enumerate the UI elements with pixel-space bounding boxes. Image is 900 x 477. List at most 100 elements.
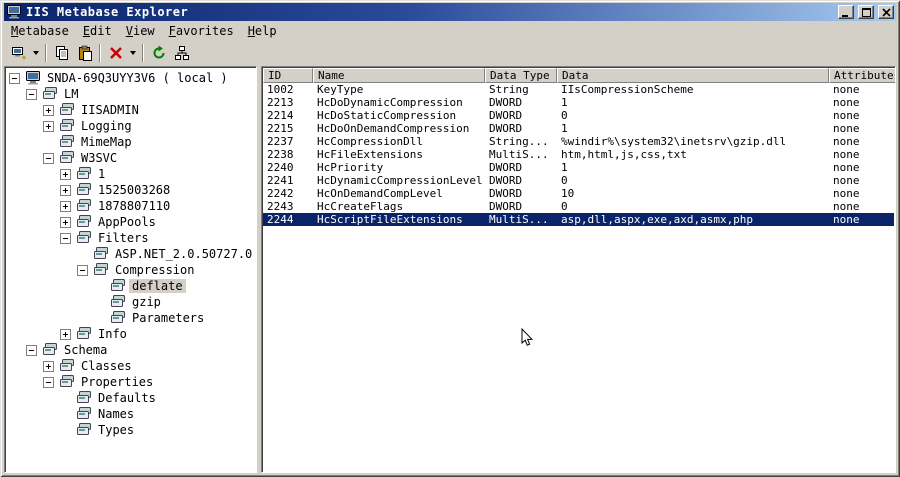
tree-item-w3svc[interactable]: W3SVC: [5, 150, 256, 166]
toolbar-separator: [45, 44, 47, 62]
cell-id: 2240: [267, 161, 294, 174]
expander-plus-icon[interactable]: [43, 360, 54, 372]
expander-plus-icon[interactable]: [43, 104, 54, 116]
tree-item-deflate[interactable]: deflate: [5, 278, 256, 294]
delete-dropdown-button[interactable]: [127, 42, 139, 64]
tree-item-properties[interactable]: Properties: [5, 374, 256, 390]
network-button[interactable]: [170, 42, 193, 64]
connect-button[interactable]: [7, 42, 30, 64]
database-icon: [76, 215, 92, 229]
main-area: SNDA-69Q3UYY3V6 ( local ) LM IISADMIN Loggi…: [3, 66, 897, 474]
database-icon: [59, 135, 75, 149]
connect-dropdown-button[interactable]: [30, 42, 42, 64]
cell-id: 2242: [267, 187, 294, 200]
tree-item-1525003268[interactable]: 1525003268: [5, 182, 256, 198]
cell-attributes: none: [833, 161, 860, 174]
table-row-2214[interactable]: 2214 HcDoStaticCompression DWORD 0 none: [263, 109, 894, 122]
titlebar: IIS Metabase Explorer: [4, 3, 896, 21]
column-header-attributes[interactable]: Attributes: [829, 68, 895, 83]
column-header-id[interactable]: ID: [263, 68, 313, 83]
table-row-2237[interactable]: 2237 HcCompressionDll String... %windir%\sy…: [263, 135, 894, 148]
database-icon: [59, 375, 75, 389]
tree-panel: SNDA-69Q3UYY3V6 ( local ) LM IISADMIN Loggi…: [4, 66, 257, 473]
menu-item-edit[interactable]: Edit: [76, 22, 119, 40]
tree-item-mimemap[interactable]: MimeMap: [5, 134, 256, 150]
copy-button[interactable]: [50, 42, 73, 64]
cell-data: 10: [561, 187, 575, 200]
expander-plus-icon[interactable]: [60, 328, 71, 340]
chevron-down-icon: [33, 51, 39, 55]
paste-button[interactable]: [73, 42, 96, 64]
tree-item-asp-net-2-0-50727-0[interactable]: ASP.NET_2.0.50727.0: [5, 246, 256, 262]
table-row-1002[interactable]: 1002 KeyType String IIsCompressionScheme non…: [263, 83, 894, 96]
tree-item-label: AppPools: [98, 215, 156, 229]
tree-item-label: W3SVC: [81, 151, 118, 165]
chevron-down-icon: [130, 51, 136, 55]
database-icon: [42, 343, 58, 357]
expander-plus-icon[interactable]: [60, 168, 71, 180]
delete-button[interactable]: [104, 42, 127, 64]
table-row-2243[interactable]: 2243 HcCreateFlags DWORD 0 none: [263, 200, 894, 213]
tree-item-label: deflate: [129, 279, 186, 293]
menu-item-view[interactable]: View: [119, 22, 162, 40]
tree-item-compression[interactable]: Compression: [5, 262, 256, 278]
tree-item-gzip[interactable]: gzip: [5, 294, 256, 310]
expander-minus-icon[interactable]: [43, 152, 54, 164]
cell-name: HcCreateFlags: [317, 200, 404, 213]
tree-item-types[interactable]: Types: [5, 422, 256, 438]
menu-item-favorites[interactable]: Favorites: [162, 22, 241, 40]
cell-data-type: DWORD: [489, 96, 523, 109]
tree-item-1[interactable]: 1: [5, 166, 256, 182]
table-row-2213[interactable]: 2213 HcDoDynamicCompression DWORD 1 none: [263, 96, 894, 109]
minimize-button[interactable]: [838, 5, 854, 19]
table-row-2242[interactable]: 2242 HcOnDemandCompLevel DWORD 10 none: [263, 187, 894, 200]
expander-minus-icon[interactable]: [60, 232, 71, 244]
tree-item-1878807110[interactable]: 1878807110: [5, 198, 256, 214]
column-header-name[interactable]: Name: [313, 68, 485, 83]
expander-plus-icon[interactable]: [43, 120, 54, 132]
cell-name: HcPriority: [317, 161, 384, 174]
menu-item-help[interactable]: Help: [241, 22, 284, 40]
tree-item-defaults[interactable]: Defaults: [5, 390, 256, 406]
table-row-2240[interactable]: 2240 HcPriority DWORD 1 none: [263, 161, 894, 174]
cell-attributes: none: [833, 122, 860, 135]
cell-data: 1: [561, 161, 568, 174]
database-icon: [76, 167, 92, 181]
refresh-button[interactable]: [147, 42, 170, 64]
expander-minus-icon[interactable]: [9, 72, 20, 84]
table-row-2244[interactable]: 2244 HcScriptFileExtensions MultiS... asp,d…: [263, 213, 894, 226]
table-row-2238[interactable]: 2238 HcFileExtensions MultiS... htm,html,js…: [263, 148, 894, 161]
table-row-2241[interactable]: 2241 HcDynamicCompressionLevel DWORD 0 none: [263, 174, 894, 187]
expander-minus-icon[interactable]: [77, 264, 88, 276]
database-icon: [76, 199, 92, 213]
tree-item-filters[interactable]: Filters: [5, 230, 256, 246]
expander-minus-icon[interactable]: [26, 88, 37, 100]
tree-item-apppools[interactable]: AppPools: [5, 214, 256, 230]
expander-minus-icon[interactable]: [43, 376, 54, 388]
tree-item-info[interactable]: Info: [5, 326, 256, 342]
cell-data-type: String...: [489, 135, 549, 148]
tree-item-schema[interactable]: Schema: [5, 342, 256, 358]
cell-data-type: DWORD: [489, 187, 523, 200]
tree-item-iisadmin[interactable]: IISADMIN: [5, 102, 256, 118]
tree-item-label: ASP.NET_2.0.50727.0: [115, 247, 253, 261]
cell-attributes: none: [833, 135, 860, 148]
table-row-2215[interactable]: 2215 HcDoOnDemandCompression DWORD 1 none: [263, 122, 894, 135]
database-icon: [76, 183, 92, 197]
close-button[interactable]: [878, 5, 894, 19]
tree-item-parameters[interactable]: Parameters: [5, 310, 256, 326]
tree-item-classes[interactable]: Classes: [5, 358, 256, 374]
tree-item-lm[interactable]: LM: [5, 86, 256, 102]
maximize-button[interactable]: [858, 5, 874, 19]
tree-item-names[interactable]: Names: [5, 406, 256, 422]
expander-plus-icon[interactable]: [60, 216, 71, 228]
toolbar-separator: [142, 44, 144, 62]
expander-minus-icon[interactable]: [26, 344, 37, 356]
expander-plus-icon[interactable]: [60, 184, 71, 196]
expander-plus-icon[interactable]: [60, 200, 71, 212]
menu-item-metabase[interactable]: Metabase: [4, 22, 76, 40]
column-header-data[interactable]: Data: [557, 68, 829, 83]
column-header-data-type[interactable]: Data Type: [485, 68, 557, 83]
tree-item-logging[interactable]: Logging: [5, 118, 256, 134]
tree-item-snda-69q3uyy3v6-local[interactable]: SNDA-69Q3UYY3V6 ( local ): [5, 70, 256, 86]
